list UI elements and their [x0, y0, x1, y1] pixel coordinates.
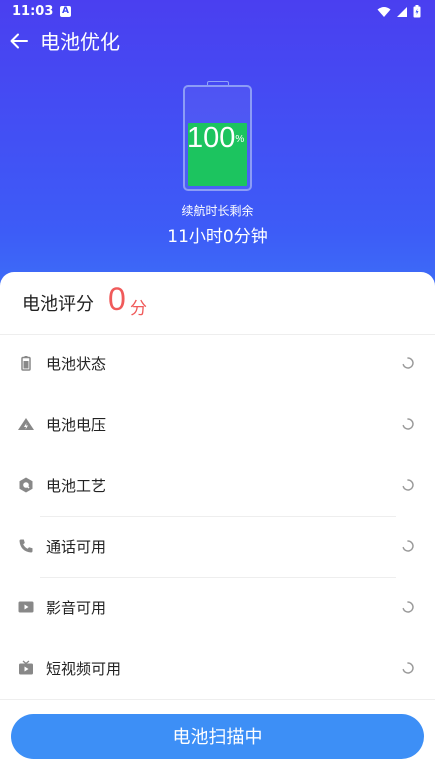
screen: 11:03 A 电池优化 100% 续航时长剩余 11小时0分钟 电池评分 0 …	[0, 0, 435, 773]
score-label: 电池评分	[22, 294, 94, 315]
loading-spinner-icon	[402, 357, 414, 369]
check-item-label: 电池工艺	[46, 477, 107, 495]
loading-spinner-icon	[402, 540, 414, 552]
app-header: 电池优化	[0, 24, 435, 60]
score-value: 0	[108, 281, 126, 317]
check-item-battery-voltage: 电池电压	[0, 395, 435, 456]
check-item-label: 通话可用	[46, 538, 107, 556]
remaining-value: 11小时0分钟	[167, 227, 268, 247]
battery-percent-value: 100	[187, 122, 236, 154]
check-item-label: 短视频可用	[46, 660, 122, 678]
battery-percent: 100%	[187, 120, 257, 156]
check-item-label: 电池状态	[46, 355, 107, 373]
check-item-label: 影音可用	[46, 599, 107, 617]
check-item-battery-craft: 电池工艺	[0, 456, 435, 517]
score-row: 电池评分 0 分	[0, 272, 435, 335]
hexagon-icon	[19, 477, 33, 493]
status-time: 11:03	[12, 4, 54, 19]
battery-status-icon	[413, 5, 421, 18]
status-icons	[377, 5, 421, 18]
voltage-triangle-icon	[18, 418, 34, 430]
loading-spinner-icon	[402, 418, 414, 430]
check-item-short-video: 短视频可用	[0, 639, 435, 700]
check-item-call: 通话可用	[0, 517, 435, 578]
status-bar: 11:03 A	[0, 0, 435, 24]
loading-spinner-icon	[402, 479, 414, 491]
check-item-media: 影音可用	[0, 578, 435, 639]
loading-spinner-icon	[402, 601, 414, 613]
remaining-label: 续航时长剩余	[181, 204, 254, 218]
score-unit: 分	[130, 299, 147, 319]
notification-a-icon: A	[60, 6, 71, 17]
battery-check-card: 电池评分 0 分 电池状态 电池电压 电池工艺 通话可用 影音可用 短视频可用 …	[0, 272, 435, 773]
back-arrow-icon[interactable]	[8, 30, 30, 52]
battery-scan-button[interactable]: 电池扫描中	[11, 714, 424, 759]
phone-icon	[19, 539, 33, 553]
bottom-divider	[0, 699, 435, 700]
loading-spinner-icon	[402, 662, 414, 674]
wifi-icon	[377, 6, 391, 17]
battery-percent-unit: %	[235, 134, 245, 145]
signal-icon	[397, 6, 407, 17]
video-icon	[19, 660, 33, 675]
play-icon	[18, 601, 34, 613]
page-title: 电池优化	[40, 30, 120, 54]
battery-small-icon	[21, 356, 31, 371]
check-item-label: 电池电压	[46, 416, 107, 434]
check-item-battery-status: 电池状态	[0, 334, 435, 395]
